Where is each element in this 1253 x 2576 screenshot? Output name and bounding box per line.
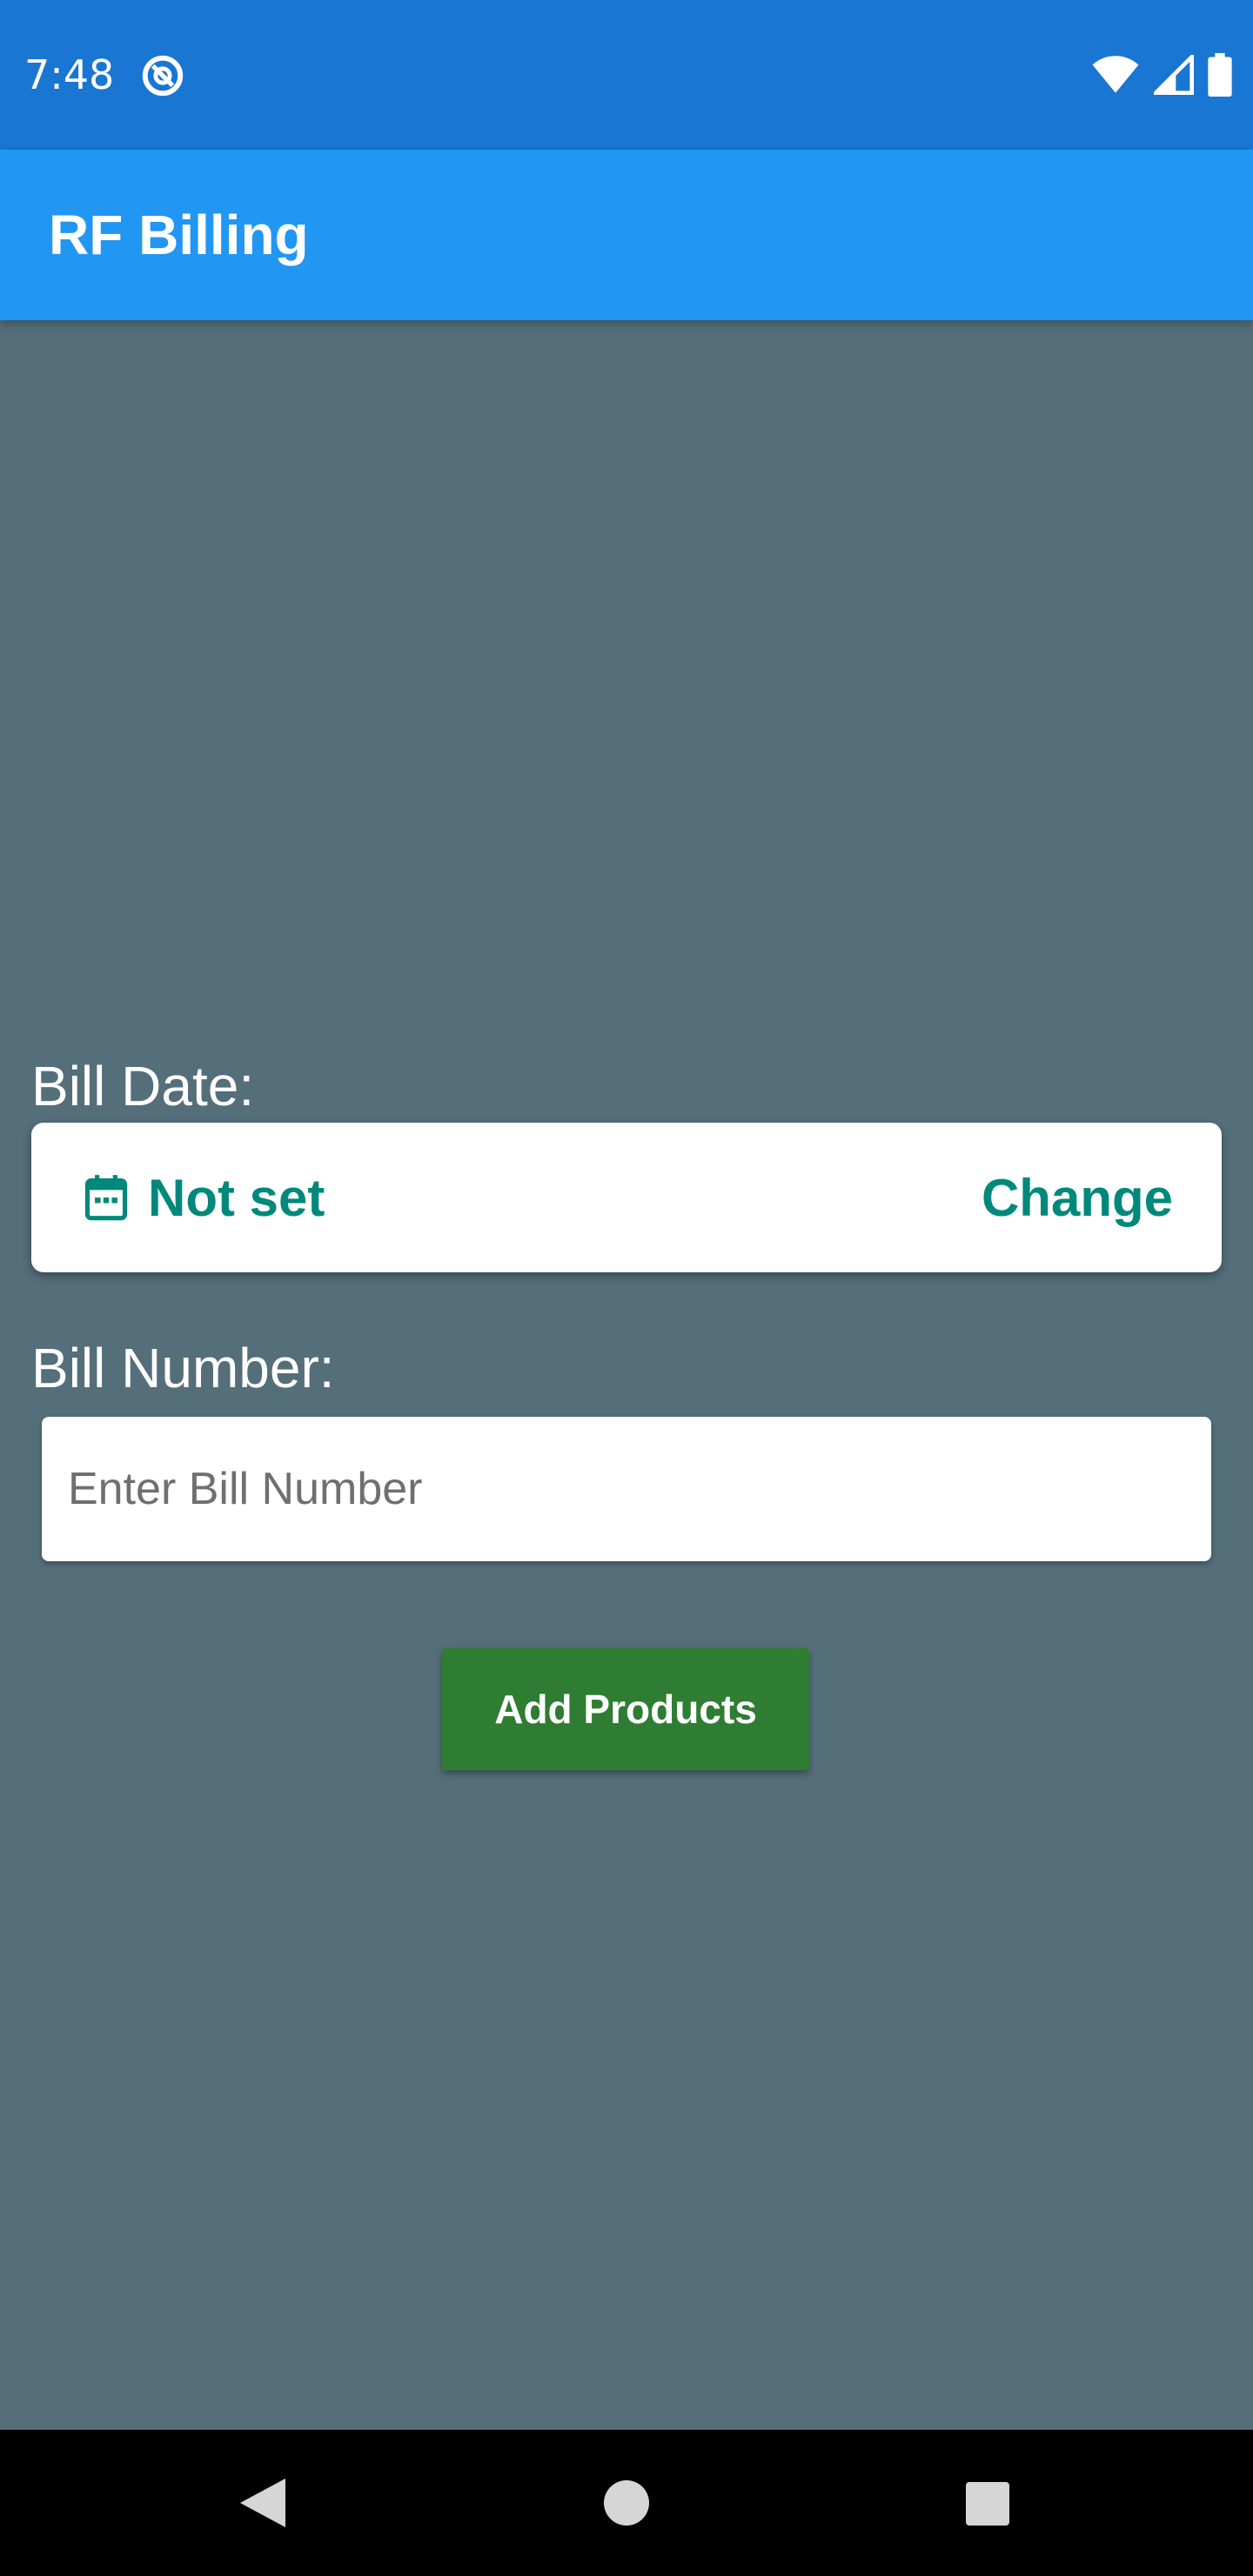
back-icon[interactable] (237, 2475, 289, 2531)
sync-icon (142, 55, 184, 97)
home-icon[interactable] (604, 2480, 649, 2526)
signal-icon (1154, 55, 1194, 95)
wifi-icon (1092, 56, 1139, 93)
status-bar: 7:48 (0, 0, 1253, 150)
bill-date-value: Not set (148, 1168, 325, 1227)
bill-date-display: Not set (84, 1168, 325, 1228)
calendar-icon (84, 1175, 128, 1221)
bill-date-label: Bill Date: (31, 1055, 255, 1117)
status-icons (1091, 52, 1232, 97)
app-bar: RF Billing (0, 150, 1253, 320)
bill-number-input[interactable] (42, 1417, 1211, 1561)
status-time: 7:48 (24, 51, 115, 98)
change-date-button[interactable]: Change (982, 1168, 1173, 1228)
app-title: RF Billing (49, 204, 309, 266)
navigation-bar (0, 2430, 1253, 2576)
bill-date-card: Not set Change (31, 1123, 1222, 1272)
recents-icon[interactable] (966, 2482, 1009, 2526)
bill-number-label: Bill Number: (31, 1337, 335, 1399)
add-products-button[interactable]: Add Products (442, 1648, 809, 1770)
battery-icon (1208, 53, 1232, 97)
